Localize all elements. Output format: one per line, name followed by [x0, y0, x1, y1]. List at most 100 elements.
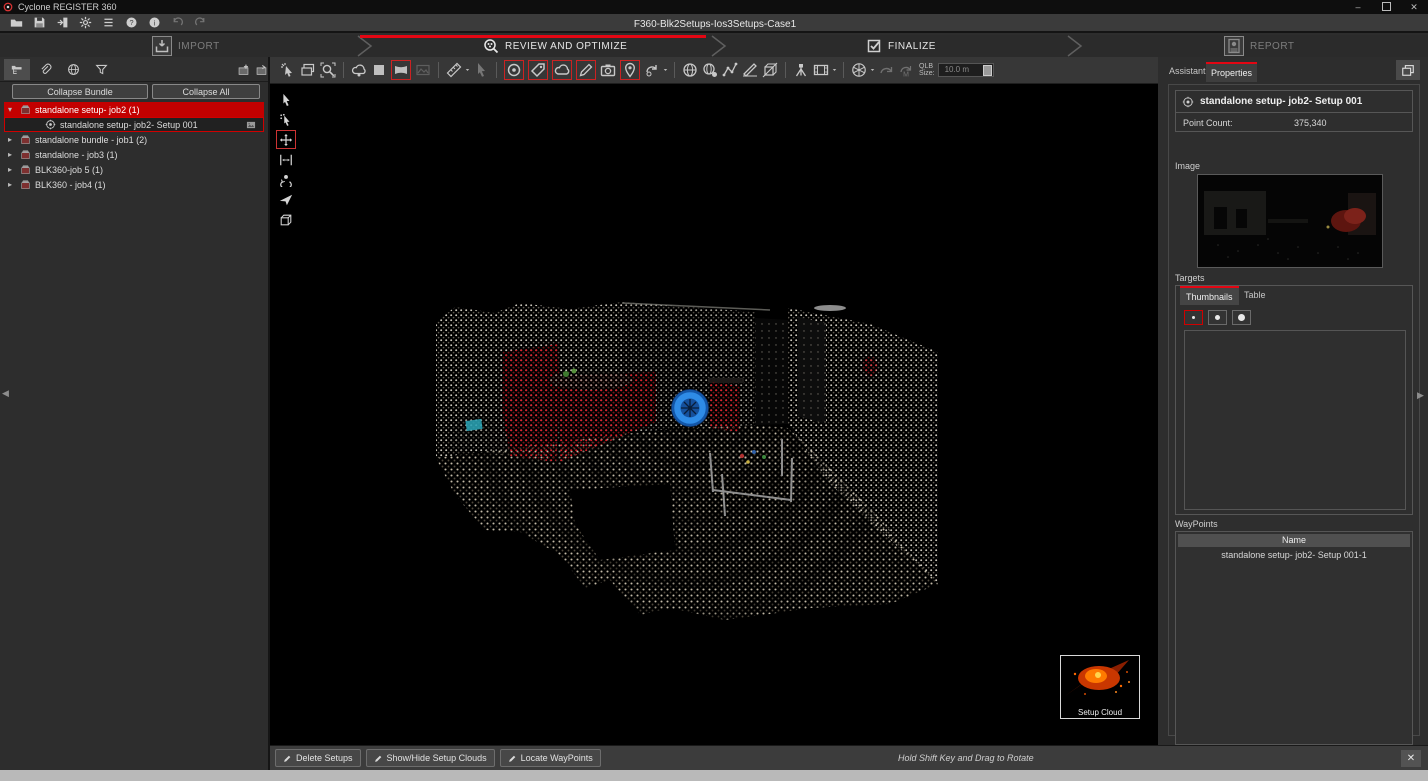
link-dropdown-icon[interactable] — [662, 62, 669, 78]
limit-box-tool-icon[interactable] — [762, 62, 778, 78]
panel-layout-button[interactable] — [1396, 60, 1420, 80]
list-icon[interactable] — [102, 16, 115, 29]
tab-report[interactable]: REPORT — [1224, 35, 1295, 57]
3d-view-button[interactable] — [276, 210, 296, 229]
close-button[interactable]: ✕ — [1408, 2, 1420, 13]
fly-view-button[interactable] — [276, 190, 296, 209]
properties-body: standalone setup- job2- Setup 001 Point … — [1168, 84, 1420, 736]
tree-item-job2-setup001[interactable]: standalone setup- job2- Setup 001 — [4, 117, 264, 132]
pan-tool-button[interactable] — [276, 130, 296, 149]
expand-right-panel-icon[interactable]: ▶ — [1417, 390, 1424, 401]
geotag-tool-icon[interactable] — [702, 62, 718, 78]
layers-tool-icon[interactable] — [300, 62, 316, 78]
tree-item-job5[interactable]: ▸ BLK360-job 5 (1) — [4, 162, 264, 177]
orientation-dropdown-icon[interactable] — [869, 62, 876, 78]
tree-item-label: standalone setup- job2- Setup 001 — [60, 120, 198, 130]
open-project-icon[interactable] — [10, 16, 23, 29]
tab-project-files[interactable] — [4, 59, 30, 80]
add-tag-tool-icon[interactable] — [528, 60, 548, 80]
target-size-large-button[interactable] — [1232, 310, 1251, 325]
locate-waypoints-label: Locate WayPoints — [521, 753, 593, 763]
cloud-lock-tool-icon[interactable] — [351, 62, 367, 78]
setup-cloud-inset[interactable]: Setup Cloud — [1060, 655, 1140, 719]
smart-pick-tool-icon[interactable] — [280, 62, 296, 78]
target-size-medium-button[interactable] — [1208, 310, 1227, 325]
add-cloud-tool-icon[interactable] — [552, 60, 572, 80]
collapse-caret-icon[interactable]: ▸ — [8, 180, 16, 189]
tab-assistant[interactable]: Assistant — [1164, 62, 1211, 80]
animation-tool-icon[interactable] — [813, 62, 829, 78]
collapse-bundle-button[interactable]: Collapse Bundle — [12, 84, 148, 99]
settings-icon[interactable] — [79, 16, 92, 29]
panorama-view-tool-icon[interactable] — [391, 60, 411, 80]
polyline-tool-icon[interactable] — [722, 62, 738, 78]
tree-item-job2[interactable]: ▾ standalone setup- job2 (1) — [4, 102, 264, 117]
measure-distance-button[interactable] — [276, 150, 296, 169]
add-target-tool-icon[interactable] — [504, 60, 524, 80]
collapse-all-button[interactable]: Collapse All — [152, 84, 260, 99]
info-icon[interactable]: i — [148, 16, 161, 29]
close-view-button[interactable]: ✕ — [1401, 750, 1421, 767]
animation-dropdown-icon[interactable] — [831, 62, 838, 78]
3d-viewport[interactable]: M QLB Size: 10.0 m — [270, 57, 1158, 745]
maximize-button[interactable] — [1380, 2, 1392, 13]
qlb-slider-handle[interactable] — [983, 65, 992, 76]
globe-icon — [67, 63, 80, 76]
station-tool-icon[interactable] — [793, 62, 809, 78]
pano-image-tool-icon[interactable] — [415, 62, 431, 78]
redo-icon[interactable] — [194, 16, 207, 29]
measure-tool-icon[interactable] — [446, 62, 462, 78]
qlb-size-slider[interactable]: 10.0 m — [938, 63, 994, 77]
tab-finalize[interactable]: FINALIZE — [866, 35, 936, 57]
rotate-m-tool-icon[interactable]: M — [898, 62, 914, 78]
show-hide-setup-clouds-button[interactable]: Show/Hide Setup Clouds — [366, 749, 495, 767]
link-tool-icon[interactable] — [644, 62, 660, 78]
import-icon[interactable] — [56, 16, 69, 29]
point-cloud-scene[interactable] — [270, 84, 1158, 745]
select-tool-button[interactable] — [276, 90, 296, 109]
waypoint-tool-icon[interactable] — [620, 60, 640, 80]
tab-filter[interactable] — [88, 59, 114, 80]
slice-tool-icon[interactable] — [742, 62, 758, 78]
waypoint-row[interactable]: standalone setup- job2- Setup 001-1 — [1176, 549, 1412, 562]
delete-setups-button[interactable]: Delete Setups — [275, 749, 361, 767]
tree-item-job1[interactable]: ▸ standalone bundle - job1 (2) — [4, 132, 264, 147]
tab-attachments[interactable] — [32, 59, 58, 80]
orbit-view-button[interactable] — [276, 170, 296, 189]
expand-caret-icon[interactable]: ▾ — [8, 105, 16, 114]
collapse-caret-icon[interactable]: ▸ — [8, 165, 16, 174]
multi-select-tool-button[interactable] — [276, 110, 296, 129]
zoom-fit-tool-icon[interactable] — [320, 62, 336, 78]
collapse-caret-icon[interactable]: ▸ — [8, 135, 16, 144]
target-size-small-button[interactable] — [1184, 310, 1203, 325]
tab-table[interactable]: Table — [1238, 286, 1272, 303]
setup-icon — [45, 119, 56, 130]
rotate-left-tool-icon[interactable] — [878, 62, 894, 78]
tree-item-job3[interactable]: ▸ standalone - job3 (1) — [4, 147, 264, 162]
tab-thumbnails[interactable]: Thumbnails — [1180, 286, 1239, 305]
snapshot-tool-icon[interactable] — [600, 62, 616, 78]
show-hide-label: Show/Hide Setup Clouds — [387, 753, 487, 763]
minimize-button[interactable]: – — [1352, 2, 1364, 12]
tab-web[interactable] — [60, 59, 86, 80]
solid-view-tool-icon[interactable] — [371, 62, 387, 78]
tab-import[interactable]: IMPORT — [152, 35, 220, 57]
collapse-caret-icon[interactable]: ▸ — [8, 150, 16, 159]
undo-icon[interactable] — [171, 16, 184, 29]
target-thumbnails-list[interactable] — [1184, 330, 1406, 510]
tree-item-job4[interactable]: ▸ BLK360 - job4 (1) — [4, 177, 264, 192]
bundle-icon — [20, 149, 31, 160]
tab-review-and-optimize[interactable]: REVIEW AND OPTIMIZE — [483, 35, 627, 57]
collapse-left-panel-icon[interactable]: ◀ — [2, 388, 9, 399]
view-orientation-tool-icon[interactable] — [851, 62, 867, 78]
locate-waypoints-button[interactable]: Locate WayPoints — [500, 749, 601, 767]
help-icon[interactable]: ? — [125, 16, 138, 29]
setup-image-preview[interactable] — [1197, 174, 1383, 268]
annotate-tool-icon[interactable] — [576, 60, 596, 80]
pick-tool-icon[interactable] — [473, 62, 489, 78]
truview-tool-icon[interactable] — [682, 62, 698, 78]
tab-properties[interactable]: Properties — [1206, 62, 1257, 82]
measure-dropdown-icon[interactable] — [464, 62, 471, 78]
medium-dot-icon — [1215, 315, 1220, 320]
save-icon[interactable] — [33, 16, 46, 29]
